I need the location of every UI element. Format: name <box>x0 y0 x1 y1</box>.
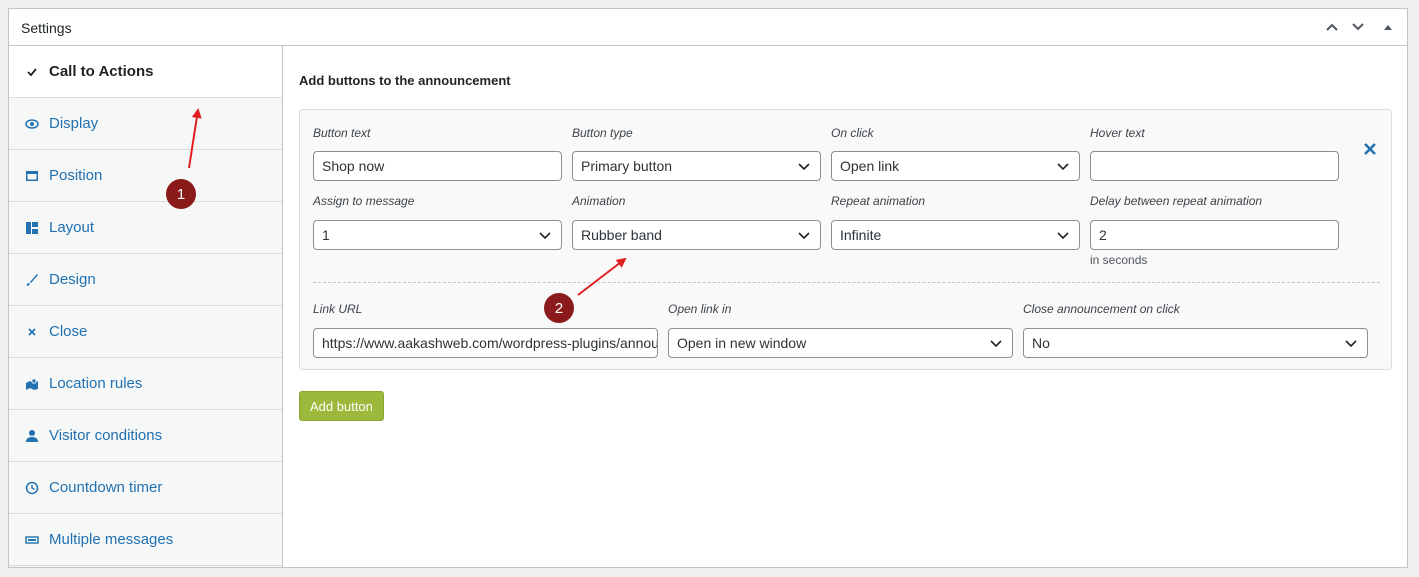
tab-location-rules[interactable]: Location rules <box>9 358 282 410</box>
section-title: Add buttons to the announcement <box>299 73 511 88</box>
tab-label: Location rules <box>49 375 143 392</box>
close-on-click-label: Close announcement on click <box>1023 302 1180 316</box>
settings-tabs: Call to Actions Display Position Layout … <box>9 46 283 567</box>
clock-icon <box>25 481 39 495</box>
tab-label: Position <box>49 167 103 184</box>
chevron-up-icon[interactable] <box>1320 15 1344 39</box>
tab-visitor-conditions[interactable]: Visitor conditions <box>9 410 282 462</box>
tab-label: Visitor conditions <box>49 427 163 444</box>
remove-button-icon[interactable] <box>1362 142 1378 158</box>
chevron-down-icon <box>1057 163 1069 171</box>
eye-icon <box>25 117 39 131</box>
assign-to-message-value: 1 <box>322 227 330 243</box>
animation-value: Rubber band <box>581 227 662 243</box>
tab-label: Display <box>49 115 99 132</box>
tab-call-to-actions[interactable]: Call to Actions <box>9 46 282 98</box>
panel-title: Settings <box>21 20 72 36</box>
panel-header: Settings <box>9 9 1407 46</box>
tab-label: Design <box>49 271 96 288</box>
button-type-select[interactable]: Primary button <box>572 151 821 181</box>
tab-label: Countdown timer <box>49 479 163 496</box>
annotation-badge-1: 1 <box>166 179 196 209</box>
chevron-down-icon[interactable] <box>1346 15 1370 39</box>
link-url-input[interactable]: https://www.aakashweb.com/wordpress-plug… <box>313 328 658 358</box>
tab-close[interactable]: Close <box>9 306 282 358</box>
on-click-label: On click <box>831 126 874 140</box>
close-on-click-select[interactable]: No <box>1023 328 1368 358</box>
button-text-input[interactable]: Shop now <box>313 151 562 181</box>
assign-to-message-select[interactable]: 1 <box>313 220 562 250</box>
link-url-label: Link URL <box>313 302 363 316</box>
delay-hint: in seconds <box>1090 253 1148 267</box>
tab-label: Multiple messages <box>49 531 174 548</box>
brush-icon <box>25 273 39 287</box>
location-icon <box>25 377 39 391</box>
button-text-label: Button text <box>313 126 371 140</box>
tab-position[interactable]: Position <box>9 150 282 202</box>
chevron-down-icon <box>990 340 1002 348</box>
row-divider <box>313 282 1380 283</box>
chevron-down-icon <box>798 232 810 240</box>
tab-label: Layout <box>49 219 95 236</box>
tab-countdown-timer[interactable]: Countdown timer <box>9 462 282 514</box>
annotation-badge-2: 2 <box>544 293 574 323</box>
button-row: Button text Button type On click Hover t… <box>299 109 1392 370</box>
button-type-label: Button type <box>572 126 633 140</box>
messages-icon <box>25 533 39 547</box>
close-on-click-value: No <box>1032 335 1050 351</box>
chevron-down-icon <box>1057 232 1069 240</box>
tab-design[interactable]: Design <box>9 254 282 306</box>
layout-icon <box>25 221 39 235</box>
repeat-animation-select[interactable]: Infinite <box>831 220 1080 250</box>
delay-label: Delay between repeat animation <box>1090 194 1263 208</box>
tab-display[interactable]: Display <box>9 98 282 150</box>
on-click-select[interactable]: Open link <box>831 151 1080 181</box>
repeat-animation-value: Infinite <box>840 227 882 243</box>
tab-multiple-messages[interactable]: Multiple messages <box>9 514 282 566</box>
triangle-up-icon[interactable] <box>1376 15 1400 39</box>
settings-panel: Settings Call to Actions Display Positio… <box>8 8 1408 568</box>
user-icon <box>25 429 39 443</box>
hover-text-input[interactable] <box>1090 151 1339 181</box>
open-link-in-select[interactable]: Open in new window <box>668 328 1013 358</box>
tab-label: Close <box>49 323 88 340</box>
chevron-down-icon <box>1345 340 1357 348</box>
hover-text-label: Hover text <box>1090 126 1145 140</box>
on-click-value: Open link <box>840 158 900 174</box>
add-button[interactable]: Add button <box>299 391 384 421</box>
chevron-down-icon <box>798 163 810 171</box>
animation-select[interactable]: Rubber band <box>572 220 821 250</box>
button-type-value: Primary button <box>581 158 673 174</box>
repeat-animation-label: Repeat animation <box>831 194 926 208</box>
tab-content: Add buttons to the announcement Button t… <box>298 46 1398 566</box>
delay-input[interactable]: 2 <box>1090 220 1339 250</box>
assign-to-message-label: Assign to message <box>313 194 415 208</box>
position-icon <box>25 169 39 183</box>
tab-label: Call to Actions <box>49 63 154 80</box>
open-link-in-value: Open in new window <box>677 335 807 351</box>
open-link-in-label: Open link in <box>668 302 732 316</box>
tab-layout[interactable]: Layout <box>9 202 282 254</box>
chevron-down-icon <box>539 232 551 240</box>
close-icon <box>25 325 39 339</box>
check-icon <box>25 65 39 79</box>
animation-label: Animation <box>572 194 626 208</box>
